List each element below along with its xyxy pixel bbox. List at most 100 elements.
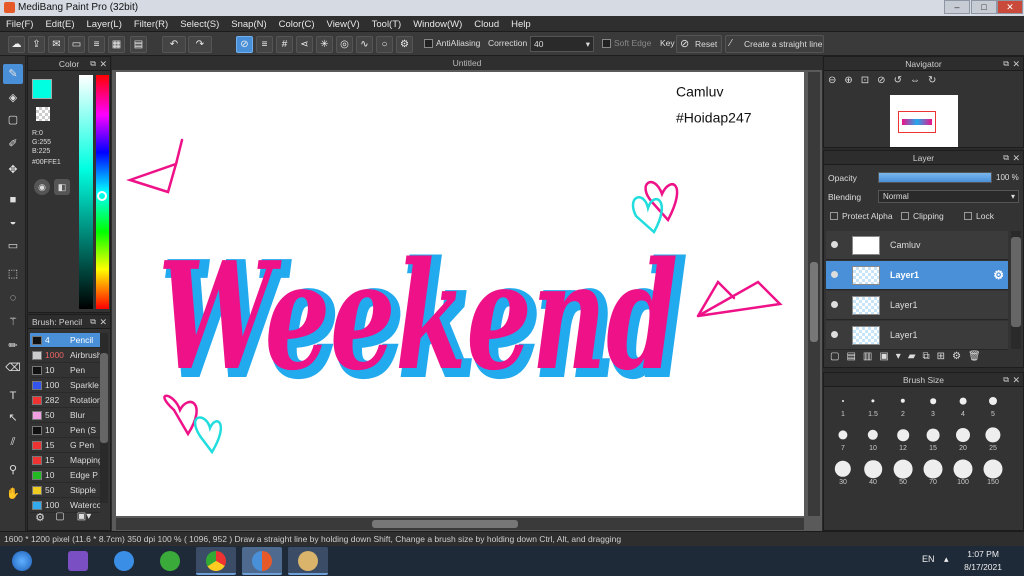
navigator-preview[interactable] bbox=[890, 95, 958, 147]
brush-item[interactable]: 282 Rotation bbox=[30, 393, 100, 408]
taskbar-chrome[interactable] bbox=[196, 547, 236, 575]
blending-select[interactable]: Normal ▾ bbox=[878, 190, 1019, 203]
straight-line-button[interactable]: ⁄ Create a straight line bbox=[725, 35, 824, 53]
panel-icon[interactable]: ▤ bbox=[130, 36, 147, 53]
layer-settings-gear-icon[interactable]: ⚙ bbox=[993, 268, 1004, 282]
bucket-tool-icon[interactable]: ◒ bbox=[3, 212, 23, 232]
parallel-snap-icon[interactable]: ≡ bbox=[256, 36, 273, 53]
layer-row[interactable]: Camluv bbox=[826, 231, 1008, 260]
brush-copy-icon[interactable]: ▢ bbox=[52, 511, 68, 527]
reset-button[interactable]: ⊘ Reset bbox=[676, 35, 722, 53]
horizontal-scrollbar[interactable] bbox=[116, 518, 804, 530]
antialiasing-checkbox[interactable] bbox=[424, 39, 433, 48]
taskbar-visual-studio[interactable] bbox=[58, 547, 98, 575]
brush-item[interactable]: 10 Edge P bbox=[30, 468, 100, 483]
visibility-icon[interactable] bbox=[831, 241, 838, 248]
document-tab[interactable]: Untitled bbox=[112, 56, 822, 70]
layer-list-scrollbar[interactable] bbox=[1011, 231, 1021, 349]
select-eraser-icon[interactable]: ⌫ bbox=[3, 358, 23, 378]
popout-icon[interactable]: ⧉ bbox=[1003, 151, 1009, 165]
new-8bit-layer-icon[interactable]: ▥ bbox=[863, 351, 879, 362]
menu-snap[interactable]: Snap(N) bbox=[225, 16, 272, 32]
popout-icon[interactable]: ⧉ bbox=[90, 315, 96, 329]
vanishing-snap-icon[interactable]: ⋖ bbox=[296, 36, 313, 53]
layer-row[interactable]: Layer1 bbox=[826, 291, 1008, 320]
gradient-tool-icon[interactable]: ▭ bbox=[3, 236, 23, 256]
vertical-scrollbar[interactable] bbox=[808, 72, 820, 516]
brush-size-option[interactable]: 4 bbox=[948, 391, 978, 421]
fit-icon[interactable]: ⊡ bbox=[861, 75, 877, 86]
clock[interactable]: 1:07 PM 8/17/2021 bbox=[964, 548, 1002, 574]
fill-rect-tool-icon[interactable]: ■ bbox=[3, 190, 23, 210]
layer-row[interactable]: Layer1 bbox=[826, 321, 1008, 350]
vertical-scroll-thumb[interactable] bbox=[810, 262, 818, 342]
close-button[interactable]: ✕ bbox=[997, 0, 1023, 14]
curve-snap-icon[interactable]: ∿ bbox=[356, 36, 373, 53]
menu-select[interactable]: Select(S) bbox=[174, 16, 225, 32]
drawing-canvas[interactable]: Weekend Weekend Camluv #Hoidap247 bbox=[116, 72, 804, 516]
horizontal-scroll-thumb[interactable] bbox=[372, 520, 518, 528]
brightness-slider[interactable] bbox=[79, 75, 93, 309]
brush-size-option[interactable]: 50 bbox=[888, 459, 918, 489]
close-icon[interactable]: ✕ bbox=[1012, 57, 1020, 71]
close-icon[interactable]: ✕ bbox=[99, 57, 107, 71]
brush-item[interactable]: 4 Pencil bbox=[30, 333, 100, 348]
close-icon[interactable]: ✕ bbox=[1012, 373, 1020, 387]
brush-item[interactable]: 50 Blur bbox=[30, 408, 100, 423]
rotate-right-icon[interactable]: ↻ bbox=[928, 75, 944, 86]
brush-size-option[interactable]: 3 bbox=[918, 391, 948, 421]
zoom-reset-icon[interactable]: ⊘ bbox=[877, 75, 893, 86]
opacity-slider[interactable] bbox=[878, 172, 992, 183]
brush-size-option[interactable]: 70 bbox=[918, 459, 948, 489]
hand-tool-icon[interactable]: ✋ bbox=[3, 484, 23, 504]
brush-size-option[interactable]: 1.5 bbox=[858, 391, 888, 421]
snap-off-icon[interactable]: ⊘ bbox=[236, 36, 253, 53]
menu-view[interactable]: View(V) bbox=[321, 16, 366, 32]
share-icon[interactable]: ⇪ bbox=[28, 36, 45, 53]
concentric-snap-icon[interactable]: ◎ bbox=[336, 36, 353, 53]
visibility-icon[interactable] bbox=[831, 301, 838, 308]
visibility-icon[interactable] bbox=[831, 271, 838, 278]
layer-row[interactable]: Layer1 ⚙ bbox=[826, 261, 1008, 290]
menu-file[interactable]: File(F) bbox=[0, 16, 39, 32]
color-settings-icon[interactable]: ◧ bbox=[54, 179, 70, 195]
ellipse-snap-icon[interactable]: ○ bbox=[376, 36, 393, 53]
brush-item[interactable]: 10 Pen bbox=[30, 363, 100, 378]
hue-handle[interactable] bbox=[97, 191, 107, 201]
menu-layer[interactable]: Layer(L) bbox=[81, 16, 128, 32]
brush-item[interactable]: 1000 Airbrush bbox=[30, 348, 100, 363]
visibility-icon[interactable] bbox=[831, 331, 838, 338]
add-layer-menu-icon[interactable]: ▣▾ bbox=[879, 351, 907, 362]
brush-size-option[interactable]: 150 bbox=[978, 459, 1008, 489]
brush-item[interactable]: 15 G Pen bbox=[30, 438, 100, 453]
taskbar-internet-explorer[interactable] bbox=[104, 547, 144, 575]
protect-alpha-checkbox[interactable] bbox=[830, 212, 838, 220]
zoom-out-icon[interactable]: ⊖ bbox=[828, 75, 844, 86]
brush-size-option[interactable]: 100 bbox=[948, 459, 978, 489]
language-indicator[interactable]: EN bbox=[922, 554, 935, 564]
trash-icon[interactable]: 🗑 bbox=[968, 351, 988, 362]
brush-size-option[interactable]: 2 bbox=[888, 391, 918, 421]
brush-size-option[interactable]: 5 bbox=[978, 391, 1008, 421]
zoom-in-icon[interactable]: ⊕ bbox=[844, 75, 860, 86]
brush-size-option[interactable]: 30 bbox=[828, 459, 858, 489]
brush-size-option[interactable]: 20 bbox=[948, 425, 978, 455]
brush-list-scrollbar[interactable] bbox=[100, 333, 108, 503]
layer-scroll-thumb[interactable] bbox=[1011, 237, 1021, 327]
snap-settings-icon[interactable]: ⚙ bbox=[396, 36, 413, 53]
maximize-button[interactable]: □ bbox=[971, 0, 997, 14]
comment-icon[interactable]: ✉ bbox=[48, 36, 65, 53]
tray-up-icon[interactable]: ▴ bbox=[944, 554, 949, 565]
dot-tool-icon[interactable]: ▢ bbox=[3, 110, 23, 130]
merge-layer-icon[interactable]: ⊞ bbox=[937, 351, 952, 362]
taskbar-medibang[interactable] bbox=[242, 547, 282, 575]
undo-icon[interactable]: ↶ bbox=[162, 36, 186, 53]
eyedropper-icon[interactable]: ⚲ bbox=[3, 460, 23, 480]
magic-wand-icon[interactable]: ⚚ bbox=[3, 312, 23, 332]
menu-edit[interactable]: Edit(E) bbox=[39, 16, 80, 32]
brush-item[interactable]: 15 Mapping bbox=[30, 453, 100, 468]
lasso-icon[interactable]: ◌ bbox=[3, 288, 23, 308]
taskbar-paint[interactable] bbox=[288, 547, 328, 575]
duplicate-layer-icon[interactable]: ⧉ bbox=[923, 351, 937, 362]
redo-icon[interactable]: ↷ bbox=[188, 36, 212, 53]
